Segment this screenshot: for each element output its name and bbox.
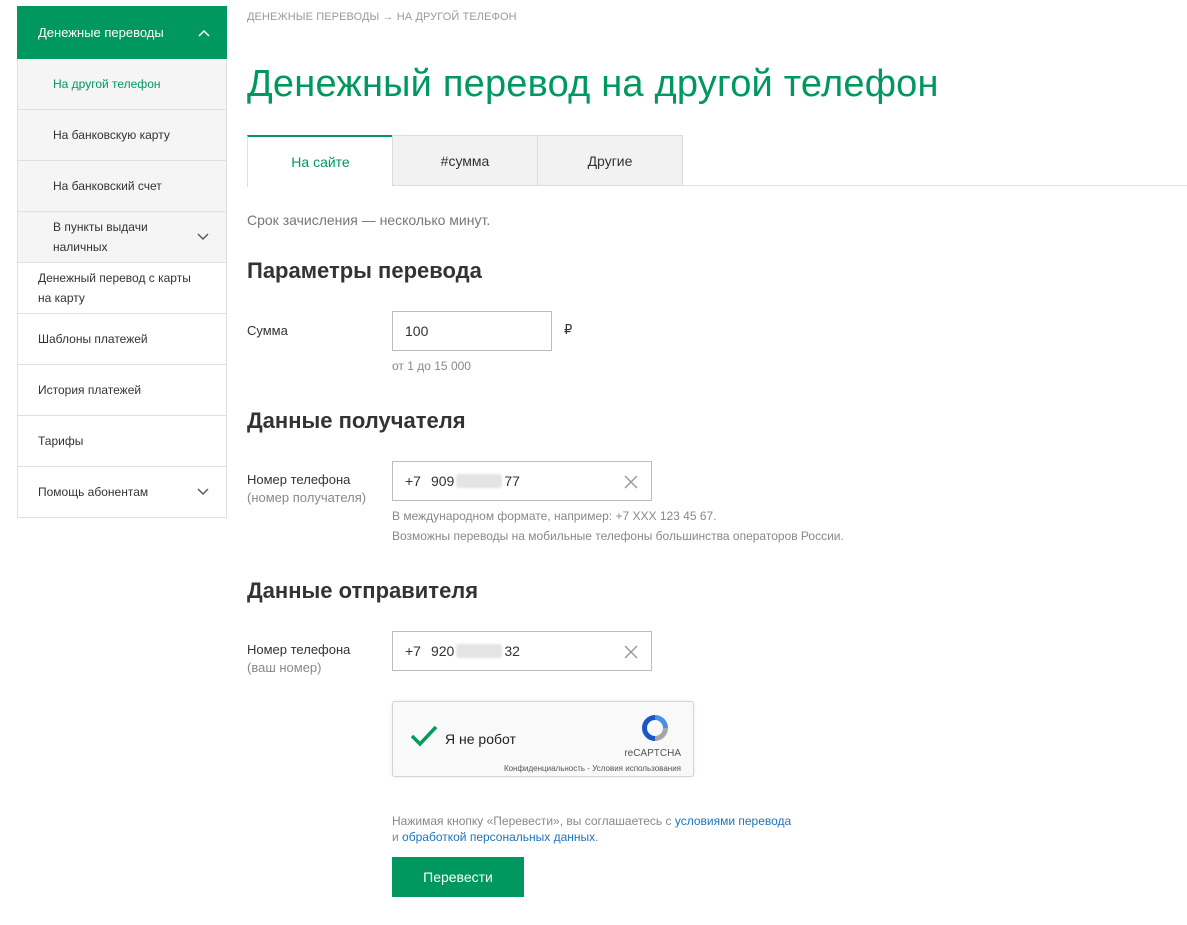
- sidebar-item-bank-card[interactable]: На банковскую карту: [18, 110, 226, 161]
- sidebar-item-label: В пункты выдачи наличных: [53, 220, 148, 254]
- sidebar-item-cash-points[interactable]: В пункты выдачи наличных: [18, 212, 226, 263]
- phone-prefix: +7: [405, 643, 421, 659]
- sidebar-menu: Денежный перевод с карты на карту Шаблон…: [17, 263, 227, 518]
- sender-phone-label: Номер телефона (ваш номер): [247, 641, 350, 677]
- section-title-params: Параметры перевода: [247, 258, 482, 283]
- phone-suffix: 32: [504, 643, 520, 659]
- sender-phone-sublabel: (ваш номер): [247, 660, 322, 675]
- sidebar-item-card-to-card[interactable]: Денежный перевод с карты на карту: [18, 263, 226, 314]
- recaptcha-logo-icon: [639, 712, 671, 749]
- sidebar-section-label: Денежные переводы: [38, 25, 164, 40]
- tab-other[interactable]: Другие: [537, 135, 683, 186]
- agreement-and: и: [392, 830, 399, 844]
- chevron-down-icon: [197, 482, 209, 502]
- amount-value: 100: [405, 323, 429, 339]
- agreement-prefix: Нажимая кнопку «Перевести», вы соглашает…: [392, 814, 672, 828]
- sidebar-item-label: Шаблоны платежей: [38, 332, 148, 346]
- agreement-end: .: [595, 830, 599, 844]
- sidebar-item-bank-account[interactable]: На банковский счет: [18, 161, 226, 212]
- chevron-down-icon: [197, 227, 209, 247]
- phone-code: 909: [430, 473, 455, 489]
- tab-sum-code[interactable]: #сумма: [392, 135, 538, 186]
- sidebar-item-label: История платежей: [38, 383, 142, 397]
- sidebar-section-money-transfers[interactable]: Денежные переводы: [17, 6, 227, 59]
- amount-label: Сумма: [247, 323, 288, 338]
- agreement-text: Нажимая кнопку «Перевести», вы соглашает…: [392, 813, 791, 845]
- sidebar-item-help[interactable]: Помощь абонентам: [18, 467, 226, 518]
- chevron-up-icon: [198, 29, 210, 37]
- sidebar-item-templates[interactable]: Шаблоны платежей: [18, 314, 226, 365]
- phone-code: 920: [430, 643, 455, 659]
- phone-prefix: +7: [405, 473, 421, 489]
- phone-suffix: 77: [504, 473, 520, 489]
- captcha-label: Я не робот: [445, 731, 516, 747]
- recipient-phone-label-text: Номер телефона: [247, 472, 351, 487]
- clear-icon[interactable]: [623, 474, 639, 490]
- phone-redacted: [456, 644, 503, 658]
- section-title-recipient: Данные получателя: [247, 408, 466, 433]
- currency-symbol: ₽: [564, 322, 573, 337]
- sidebar: Денежные переводы На другой телефон На б…: [17, 6, 227, 518]
- sidebar-item-tariffs[interactable]: Тарифы: [18, 416, 226, 467]
- recipient-hint-operators: Возможны переводы на мобильные телефоны …: [392, 529, 844, 543]
- sender-phone-label-text: Номер телефона: [247, 642, 351, 657]
- transfer-term-text: Срок зачисления — несколько минут.: [247, 212, 491, 228]
- sidebar-item-label: На другой телефон: [53, 77, 161, 91]
- amount-hint: от 1 до 15 000: [392, 359, 471, 373]
- section-title-sender: Данные отправителя: [247, 578, 479, 603]
- sidebar-item-history[interactable]: История платежей: [18, 365, 226, 416]
- sidebar-item-label: На банковский счет: [53, 179, 162, 193]
- sidebar-item-label: Помощь абонентам: [38, 485, 149, 499]
- checkmark-icon[interactable]: [409, 723, 439, 754]
- breadcrumb: ДЕНЕЖНЫЕ ПЕРЕВОДЫ → НА ДРУГОЙ ТЕЛЕФОН: [247, 11, 517, 23]
- tabs: На сайте #сумма Другие: [247, 135, 1187, 187]
- personal-data-link[interactable]: обработкой персональных данных: [402, 830, 595, 844]
- phone-redacted: [456, 474, 503, 488]
- sidebar-item-label: Тарифы: [38, 434, 84, 448]
- page-title: Денежный перевод на другой телефон: [247, 63, 939, 105]
- sender-phone-input[interactable]: +7 920 32: [392, 631, 652, 671]
- recipient-phone-input[interactable]: +7 909 77: [392, 461, 652, 501]
- amount-input[interactable]: 100: [392, 311, 552, 351]
- transfer-terms-link[interactable]: условиями перевода: [675, 814, 791, 828]
- recipient-phone-sublabel: (номер получателя): [247, 490, 367, 505]
- recipient-phone-label: Номер телефона (номер получателя): [247, 471, 366, 507]
- recaptcha-terms[interactable]: Конфиденциальность - Условия использован…: [504, 764, 681, 773]
- tab-on-site[interactable]: На сайте: [247, 135, 393, 187]
- recaptcha-widget[interactable]: Я не робот reCAPTCHA Конфиденциальность …: [392, 701, 694, 777]
- sidebar-item-label: На банковскую карту: [53, 128, 170, 142]
- sidebar-submenu: На другой телефон На банковскую карту На…: [17, 59, 227, 263]
- clear-icon[interactable]: [623, 644, 639, 660]
- submit-transfer-button[interactable]: Перевести: [392, 857, 524, 897]
- sidebar-item-other-phone[interactable]: На другой телефон: [18, 59, 226, 110]
- recaptcha-brand: reCAPTCHA: [624, 748, 681, 759]
- sidebar-item-label: Денежный перевод с карты на карту: [38, 271, 191, 305]
- recipient-hint-format: В международном формате, например: +7 XX…: [392, 509, 717, 523]
